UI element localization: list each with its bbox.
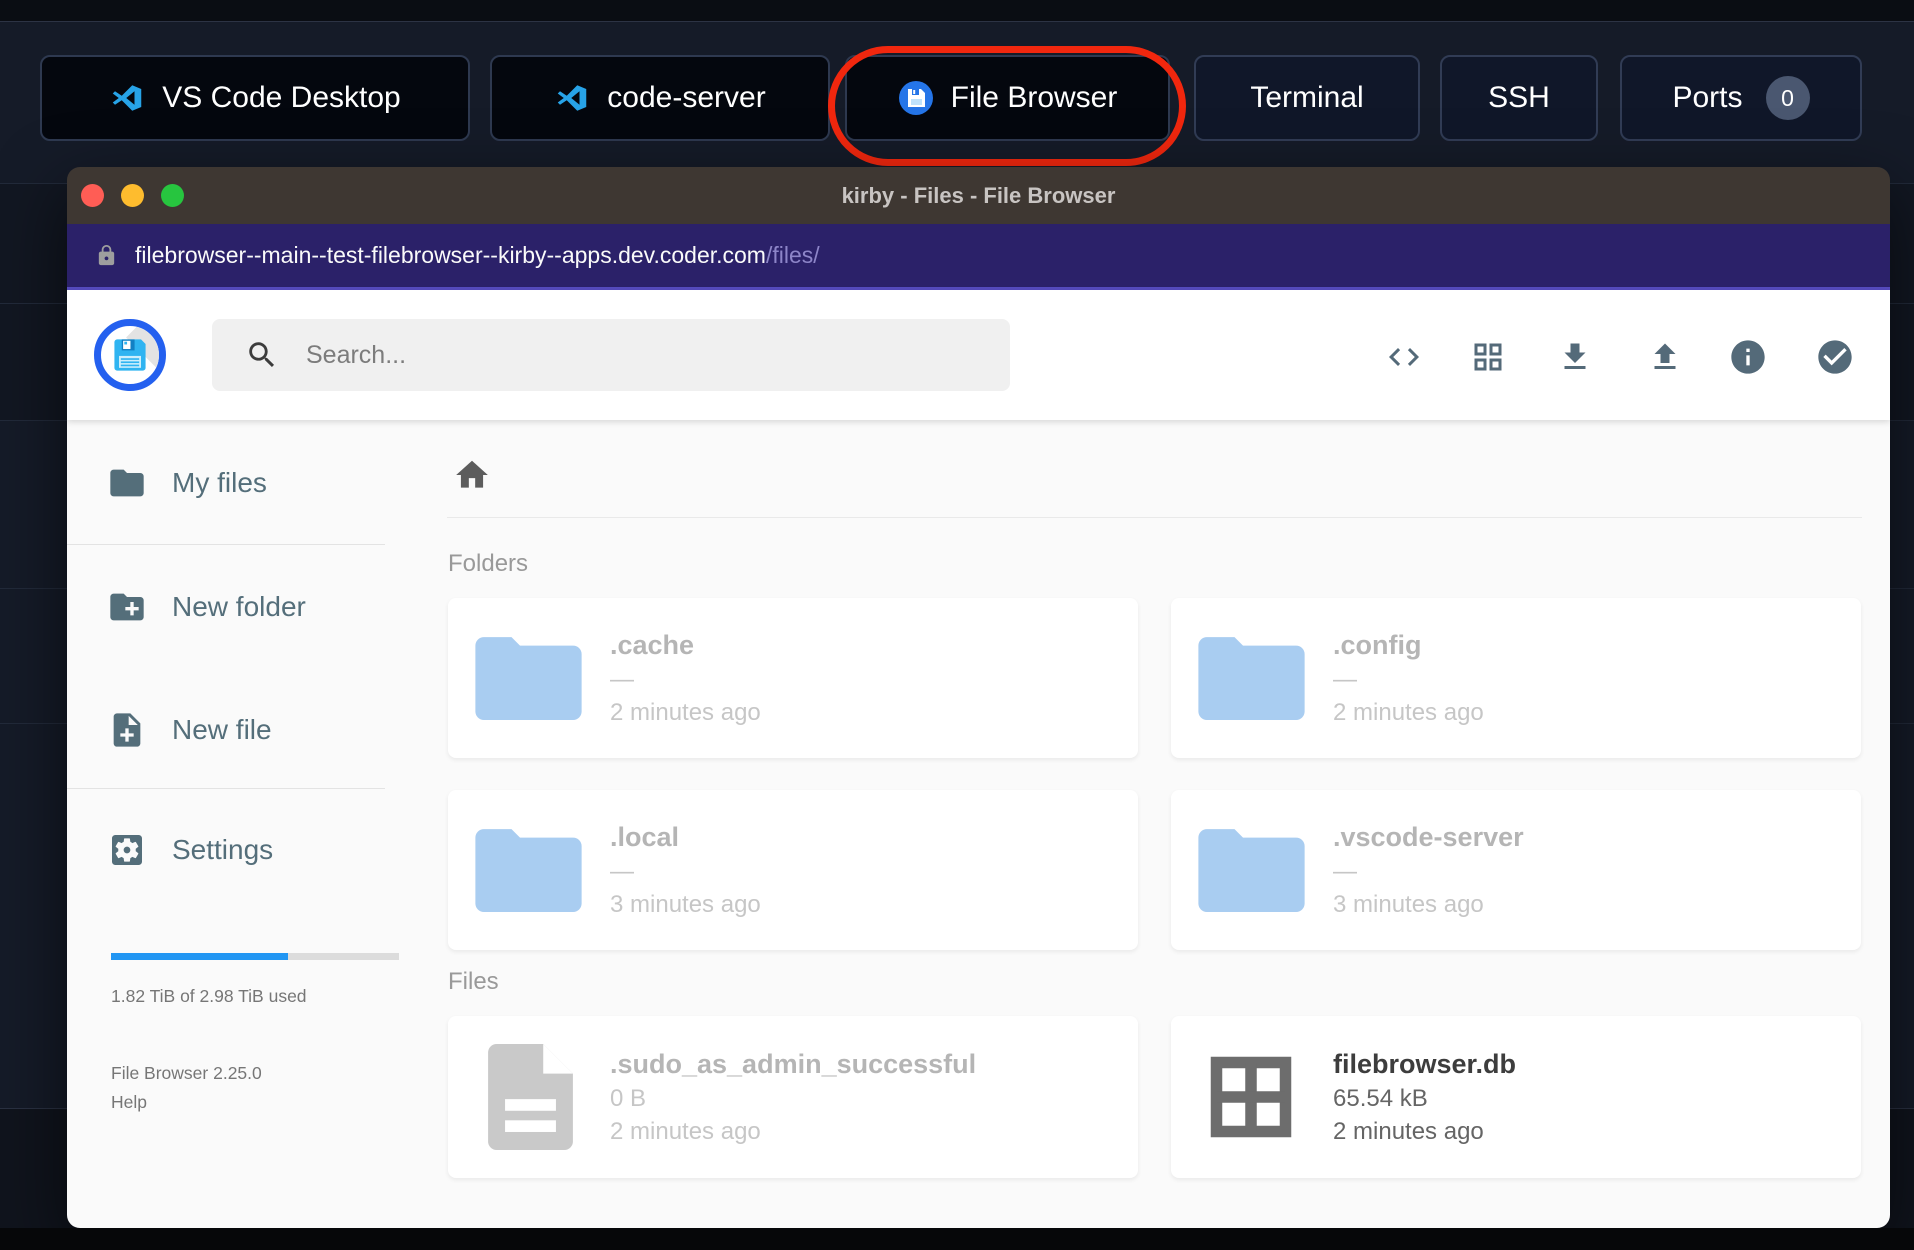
- close-window-button[interactable]: [81, 184, 104, 207]
- item-size: —: [1333, 666, 1357, 693]
- folder-icon: [1198, 637, 1305, 720]
- item-name: filebrowser.db: [1333, 1049, 1517, 1079]
- file-icon: [488, 1044, 573, 1150]
- file-browser-button[interactable]: File Browser: [845, 55, 1170, 141]
- gear-icon: [112, 835, 142, 865]
- item-modified: 3 minutes ago: [1333, 891, 1484, 918]
- folder-icon: [475, 637, 582, 720]
- launch-button-label: SSH: [1488, 81, 1550, 114]
- storage-progress-fill: [111, 953, 289, 960]
- launch-button-label: Ports: [1672, 81, 1743, 114]
- item-modified: 2 minutes ago: [610, 1118, 761, 1145]
- vscode-desktop-button[interactable]: VS Code Desktop: [40, 55, 470, 141]
- filebrowser-logo: [94, 319, 166, 391]
- filebrowser-header: Search...: [67, 290, 1890, 420]
- launch-button-label: VS Code Desktop: [162, 81, 401, 114]
- item-size: 65.54 kB: [1333, 1085, 1428, 1112]
- sidebar-item-my-files[interactable]: My files: [107, 460, 267, 506]
- folder-plus-icon: [110, 593, 144, 621]
- bg-bottom-band: [0, 1228, 1914, 1250]
- launch-button-label: Terminal: [1250, 81, 1364, 114]
- item-name: .sudo_as_admin_successful: [610, 1049, 977, 1079]
- sidebar-divider: [67, 544, 385, 545]
- download-icon[interactable]: [1557, 339, 1593, 375]
- search-placeholder: Search...: [306, 340, 407, 369]
- terminal-button[interactable]: Terminal: [1194, 55, 1420, 141]
- url-text: filebrowser--main--test-filebrowser--kir…: [135, 242, 820, 269]
- sidebar-item-new-folder[interactable]: New folder: [107, 584, 306, 630]
- browser-window: kirby - Files - File Browser filebrowser…: [67, 167, 1890, 1228]
- sidebar-divider: [67, 788, 385, 789]
- desktop-screen: VS Code Desktop code-server File Browser…: [0, 0, 1914, 1250]
- folder-card-local[interactable]: .local — 3 minutes ago: [448, 790, 1138, 950]
- files-section-label: Files: [448, 968, 499, 995]
- vscode-logo-icon: [109, 80, 145, 116]
- storage-usage-text: 1.82 TiB of 2.98 TiB used: [111, 986, 307, 1006]
- ssh-button[interactable]: SSH: [1440, 55, 1598, 141]
- item-size: —: [610, 858, 634, 885]
- item-size: 0 B: [610, 1085, 647, 1112]
- launch-button-label: File Browser: [950, 81, 1118, 114]
- sidebar-item-label: My files: [172, 467, 267, 498]
- folders-section-label: Folders: [448, 550, 529, 577]
- item-modified: 2 minutes ago: [1333, 1118, 1484, 1145]
- zoom-window-button[interactable]: [161, 184, 184, 207]
- filebrowser-body: My files New folder New file Settings 1.…: [67, 420, 1890, 1228]
- storage-progress-bar: [111, 953, 399, 960]
- window-titlebar: kirby - Files - File Browser: [67, 167, 1890, 224]
- item-modified: 2 minutes ago: [1333, 699, 1484, 726]
- breadcrumb-divider: [447, 517, 1862, 518]
- item-modified: 3 minutes ago: [610, 891, 761, 918]
- address-bar[interactable]: filebrowser--main--test-filebrowser--kir…: [67, 224, 1890, 290]
- item-name: .vscode-server: [1333, 822, 1524, 852]
- item-modified: 2 minutes ago: [610, 699, 761, 726]
- folder-card-cache[interactable]: .cache — 2 minutes ago: [448, 598, 1138, 758]
- home-breadcrumb-icon[interactable]: [453, 456, 491, 494]
- bg-top-strip: [0, 0, 1914, 22]
- window-title: kirby - Files - File Browser: [841, 183, 1116, 208]
- search-icon: [249, 342, 275, 368]
- url-host: filebrowser--main--test-filebrowser--kir…: [135, 242, 766, 268]
- database-grid-icon: [1210, 1056, 1292, 1138]
- item-name: .cache: [610, 630, 695, 660]
- help-link[interactable]: Help: [111, 1092, 147, 1113]
- folder-card-config[interactable]: .config — 2 minutes ago: [1171, 598, 1861, 758]
- url-path: /files/: [765, 242, 820, 268]
- sidebar-item-label: New folder: [172, 591, 306, 622]
- upload-icon[interactable]: [1647, 339, 1683, 375]
- check-circle-icon[interactable]: [1815, 337, 1855, 377]
- file-listing: Folders .cache — 2 minutes ago .config —: [420, 420, 1890, 1228]
- minimize-window-button[interactable]: [121, 184, 144, 207]
- ports-button[interactable]: Ports 0: [1620, 55, 1862, 141]
- code-icon[interactable]: [1386, 339, 1422, 375]
- code-server-button[interactable]: code-server: [490, 55, 830, 141]
- folder-icon: [1198, 829, 1305, 912]
- item-size: —: [1333, 858, 1357, 885]
- sidebar: My files New folder New file Settings 1.…: [67, 420, 420, 1228]
- app-version-text: File Browser 2.25.0: [111, 1063, 262, 1083]
- folder-icon: [475, 829, 582, 912]
- folder-card-vscode-server[interactable]: .vscode-server — 3 minutes ago: [1171, 790, 1861, 950]
- floppy-disk-icon: [114, 339, 146, 371]
- sidebar-item-new-file[interactable]: New file: [107, 707, 272, 753]
- info-icon[interactable]: [1728, 337, 1768, 377]
- search-input[interactable]: Search...: [212, 319, 1010, 391]
- grid-view-icon[interactable]: [1470, 339, 1506, 375]
- sidebar-item-label: New file: [172, 714, 272, 745]
- folder-icon: [110, 469, 144, 497]
- sidebar-item-label: Settings: [172, 834, 274, 865]
- file-card-sudo-as-admin[interactable]: .sudo_as_admin_successful 0 B 2 minutes …: [448, 1016, 1138, 1178]
- sidebar-item-settings[interactable]: Settings: [107, 827, 273, 873]
- vscode-logo-icon: [554, 80, 590, 116]
- item-name: .local: [610, 822, 680, 852]
- lock-icon: [98, 244, 115, 266]
- ports-count-badge: 0: [1765, 76, 1810, 120]
- item-size: —: [610, 666, 634, 693]
- file-card-filebrowser-db[interactable]: filebrowser.db 65.54 kB 2 minutes ago: [1171, 1016, 1861, 1178]
- item-name: .config: [1333, 630, 1422, 660]
- file-plus-icon: [113, 713, 141, 747]
- filebrowser-logo-icon: [898, 80, 934, 116]
- launch-button-label: code-server: [607, 81, 766, 114]
